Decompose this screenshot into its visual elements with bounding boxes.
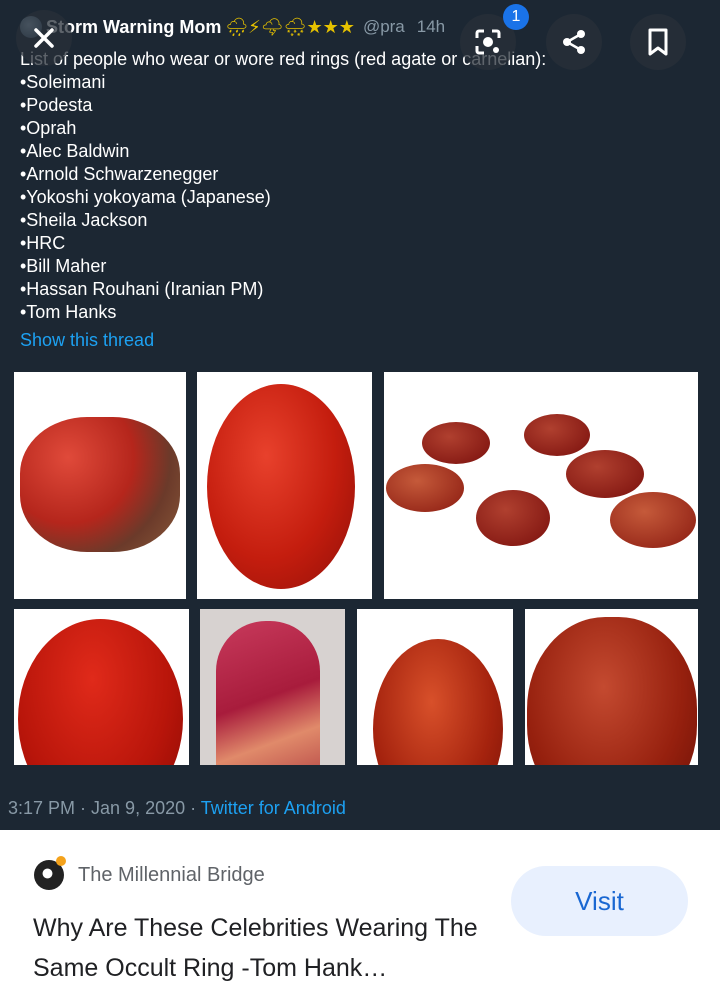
tweet-text: List of people who wear or wore red ring…	[20, 48, 546, 324]
list-item: •Tom Hanks	[20, 302, 117, 322]
close-button[interactable]	[16, 10, 72, 66]
stone-image-2	[197, 372, 372, 599]
author-emojis: 🌧⚡🌩🌨★★★	[225, 16, 355, 37]
visit-button[interactable]: Visit	[511, 866, 688, 936]
bookmark-icon	[648, 28, 668, 56]
stone-image-5	[200, 609, 345, 765]
close-icon	[34, 28, 54, 48]
stone-image-7	[525, 609, 698, 765]
share-icon	[563, 30, 585, 54]
stone-image-3	[384, 372, 698, 599]
list-item: •Podesta	[20, 95, 93, 115]
image-viewer: Storm Warning Mom 🌧⚡🌩🌨★★★ @pra 14h List …	[0, 0, 720, 830]
list-item: •Bill Maher	[20, 256, 107, 276]
stone-image-6	[357, 609, 513, 765]
bookmark-button[interactable]	[630, 14, 686, 70]
site-favicon-dot	[56, 856, 66, 866]
card-title[interactable]: Why Are These Celebrities Wearing The Sa…	[33, 908, 503, 988]
list-item: •Oprah	[20, 118, 77, 138]
share-button[interactable]	[546, 14, 602, 70]
list-item: •Sheila Jackson	[20, 210, 148, 230]
tweet-timestamp: 3:17 PM · Jan 9, 2020 ·	[8, 798, 201, 818]
tweet-time: 14h	[416, 17, 446, 36]
list-item: •Hassan Rouhani (Iranian PM)	[20, 279, 264, 299]
list-item: •Yokoshi yokoyama (Japanese)	[20, 187, 271, 207]
lens-icon	[475, 29, 501, 55]
show-thread-link[interactable]: Show this thread	[20, 330, 154, 351]
author-name: Storm Warning Mom	[46, 16, 222, 37]
list-item: •Arnold Schwarzenegger	[20, 164, 219, 184]
site-name[interactable]: The Millennial Bridge	[78, 864, 265, 887]
tweet-meta: 3:17 PM · Jan 9, 2020 · Twitter for Andr…	[8, 798, 346, 819]
notification-badge: 1	[503, 4, 529, 30]
stone-image-4	[14, 609, 189, 765]
list-item: •Alec Baldwin	[20, 141, 130, 161]
list-item: •Soleimani	[20, 72, 106, 92]
tweet-header: Storm Warning Mom 🌧⚡🌩🌨★★★ @pra 14h	[20, 16, 445, 38]
tweet-source[interactable]: Twitter for Android	[201, 798, 346, 818]
author-handle: @pra	[362, 17, 405, 36]
stone-image-1	[14, 372, 186, 599]
list-item: •HRC	[20, 233, 66, 253]
